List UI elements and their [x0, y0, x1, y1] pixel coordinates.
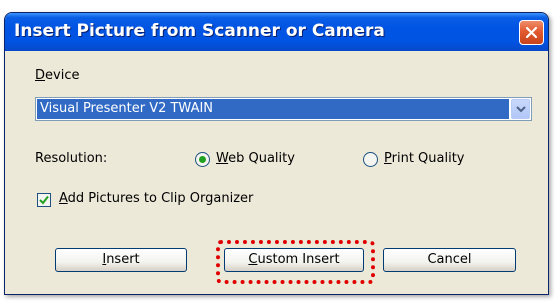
web-quality-label[interactable]: Web Quality	[216, 151, 295, 166]
print-quality-radio[interactable]	[363, 152, 378, 167]
dialog-title: Insert Picture from Scanner or Camera	[14, 21, 385, 41]
insert-button[interactable]: Insert	[55, 248, 187, 272]
title-bar[interactable]: Insert Picture from Scanner or Camera	[5, 13, 548, 51]
print-quality-label[interactable]: Print Quality	[384, 151, 465, 166]
chevron-down-icon	[516, 106, 526, 113]
radio-selected-dot	[199, 156, 206, 163]
resolution-label: Resolution:	[35, 151, 108, 166]
web-quality-radio[interactable]	[195, 152, 210, 167]
device-select[interactable]: Visual Presenter V2 TWAIN	[35, 97, 532, 121]
device-dropdown-button[interactable]	[511, 99, 530, 119]
cancel-button[interactable]: Cancel	[383, 248, 516, 272]
add-to-organizer-label[interactable]: Add Pictures to Clip Organizer	[59, 191, 253, 206]
device-label: Device	[35, 68, 80, 83]
dialog-window: Insert Picture from Scanner or Camera De…	[4, 12, 549, 295]
close-button[interactable]	[519, 20, 544, 45]
checkmark-icon	[39, 195, 49, 205]
close-icon	[525, 26, 538, 39]
add-to-organizer-checkbox[interactable]	[37, 193, 51, 207]
device-select-value: Visual Presenter V2 TWAIN	[37, 99, 509, 119]
highlight-annotation	[216, 240, 375, 284]
